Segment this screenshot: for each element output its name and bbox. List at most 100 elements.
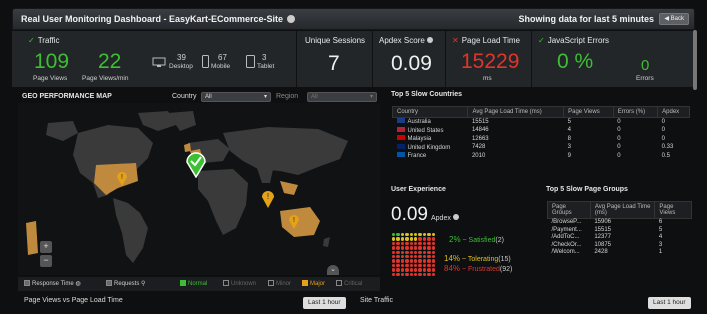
country-cell: Malaysia [393, 135, 468, 144]
page-views-per-min-label: Page Views/min [82, 75, 129, 82]
column-header[interactable]: Page Views [563, 106, 614, 118]
column-header[interactable]: Avg Page Load Time (ms) [467, 106, 565, 118]
column-header[interactable]: Page Groups [547, 201, 591, 219]
warning-marker-icon[interactable]: ! [288, 213, 300, 230]
experience-dot [427, 254, 431, 259]
experience-dot [418, 268, 422, 272]
unique-sessions-label: Unique Sessions [305, 36, 366, 45]
requests-toggle[interactable]: Requests ⚲ [106, 280, 145, 287]
response-time-toggle[interactable]: Response Time ◍ [24, 280, 81, 287]
critical-filter[interactable]: Critical [336, 280, 362, 287]
table-row[interactable]: United Kingdom 7428 3 0 0.33 [393, 143, 690, 153]
warning-marker-icon[interactable]: ! [116, 170, 128, 187]
info-icon[interactable] [452, 214, 459, 220]
table-row[interactable]: /AddToC... 12377 4 [548, 234, 692, 242]
ok-marker-icon[interactable] [185, 150, 207, 178]
back-button-label: Back [670, 16, 684, 22]
slow-countries-table: Country Avg Page Load Time (ms) Page Views… [391, 106, 690, 161]
experience-dot [413, 246, 418, 250]
tablet-label: Tablet [257, 63, 275, 70]
time-cell: 15515 [471, 118, 489, 125]
country-select-value: All [205, 94, 212, 100]
settings-gear-icon[interactable] [287, 15, 296, 23]
experience-dot [431, 272, 435, 276]
experience-dot [409, 250, 413, 254]
table-row[interactable]: Malaysia 12663 8 0 0 [393, 135, 690, 144]
apdex-panel: Apdex Score 0.09 [373, 31, 446, 87]
experience-dot [409, 246, 413, 250]
country-select[interactable]: All ▾ [201, 92, 271, 102]
mobile-count: 67 [218, 53, 227, 62]
table-row[interactable]: France 2010 9 0 0.5 [393, 152, 690, 161]
views-cell: 1 [658, 249, 663, 256]
column-header[interactable]: Apdex [657, 106, 690, 118]
experience-dot [405, 272, 409, 276]
country-name: Australia [407, 119, 431, 125]
geo-performance-map[interactable]: ! ! ! + − ⌄ [18, 103, 380, 275]
experience-dot [392, 254, 396, 259]
minor-filter[interactable]: Minor [268, 280, 291, 287]
page-views-per-min-value: 22 [98, 50, 122, 73]
experience-dot [413, 250, 418, 254]
experience-dot [392, 237, 396, 241]
experience-dot [418, 259, 422, 263]
experience-dot [400, 272, 405, 276]
experience-dot [418, 233, 422, 237]
map-legend-bar: Response Time ◍ Requests ⚲ Normal Unknow… [18, 277, 380, 291]
globe-icon: ◍ [75, 281, 81, 287]
experience-dot [413, 263, 418, 268]
experience-dot [400, 254, 405, 259]
experience-dot [427, 237, 431, 241]
warning-marker-icon[interactable]: ! [261, 189, 275, 209]
major-filter[interactable]: Major [302, 280, 325, 287]
normal-filter[interactable]: Normal [180, 280, 207, 287]
apdex-text: Apdex [431, 215, 451, 222]
tablet-icon [246, 55, 255, 68]
table-row[interactable]: /Welcom... 2428 1 [548, 249, 692, 257]
experience-dot [409, 237, 413, 241]
views-cell: 6 [658, 219, 663, 225]
experience-dot [427, 241, 431, 246]
column-header[interactable]: Avg Page Load Time (ms) [589, 201, 656, 219]
user-experience-dot-grid [392, 233, 436, 276]
scrollbar[interactable] [693, 30, 697, 90]
column-header[interactable]: Country [391, 106, 469, 118]
unknown-filter[interactable]: Unknown [223, 280, 256, 287]
experience-dot [413, 254, 418, 259]
page-views-value: 109 [34, 50, 70, 73]
collapse-chevron-icon[interactable]: ⌄ [327, 265, 339, 275]
tolerating-stat: 14% ~ Tolerating(15) [444, 254, 511, 263]
column-header[interactable]: Errors (%) [612, 106, 659, 118]
table-row[interactable]: United States 14846 4 0 0 [393, 126, 690, 136]
back-button[interactable]: ◀ Back [659, 13, 689, 25]
experience-dot [431, 254, 435, 259]
table-row[interactable]: Australia 15515 5 0 0 [393, 118, 690, 127]
table-row[interactable]: /CheckOr... 10875 3 [548, 242, 692, 250]
experience-dot [418, 263, 422, 268]
region-select[interactable]: All ▾ [307, 92, 377, 102]
geo-map-title: GEO PERFORMANCE MAP [22, 93, 112, 100]
experience-dot [431, 263, 435, 268]
table-row[interactable]: /Payment... 15515 5 [548, 227, 692, 235]
country-cell: United States [393, 126, 468, 136]
tolerating-count: (15) [498, 256, 511, 263]
right-time-range-button[interactable]: Last 1 hour [648, 297, 691, 309]
errors-cell: 0 [617, 135, 621, 142]
satisfied-label: Satisfied [468, 237, 496, 244]
experience-dot [418, 272, 422, 276]
group-cell: /Welcom... [551, 249, 580, 256]
unique-sessions-panel: Unique Sessions 7 [297, 31, 373, 87]
table-row[interactable]: /BrowseP... 15906 6 [548, 219, 692, 227]
left-time-range-button[interactable]: Last 1 hour [303, 297, 346, 309]
info-icon[interactable] [427, 37, 434, 43]
chevron-down-icon: ▾ [263, 94, 267, 100]
experience-dot [431, 259, 435, 263]
column-header[interactable]: Page Views [654, 201, 692, 219]
zoom-in-button[interactable]: + [40, 241, 52, 253]
zoom-out-button[interactable]: − [40, 255, 52, 267]
time-cell: 15906 [594, 219, 612, 225]
time-cell: 2428 [594, 249, 608, 256]
experience-dot [413, 233, 418, 237]
views-cell: 5 [658, 226, 663, 233]
experience-dot [396, 237, 400, 241]
